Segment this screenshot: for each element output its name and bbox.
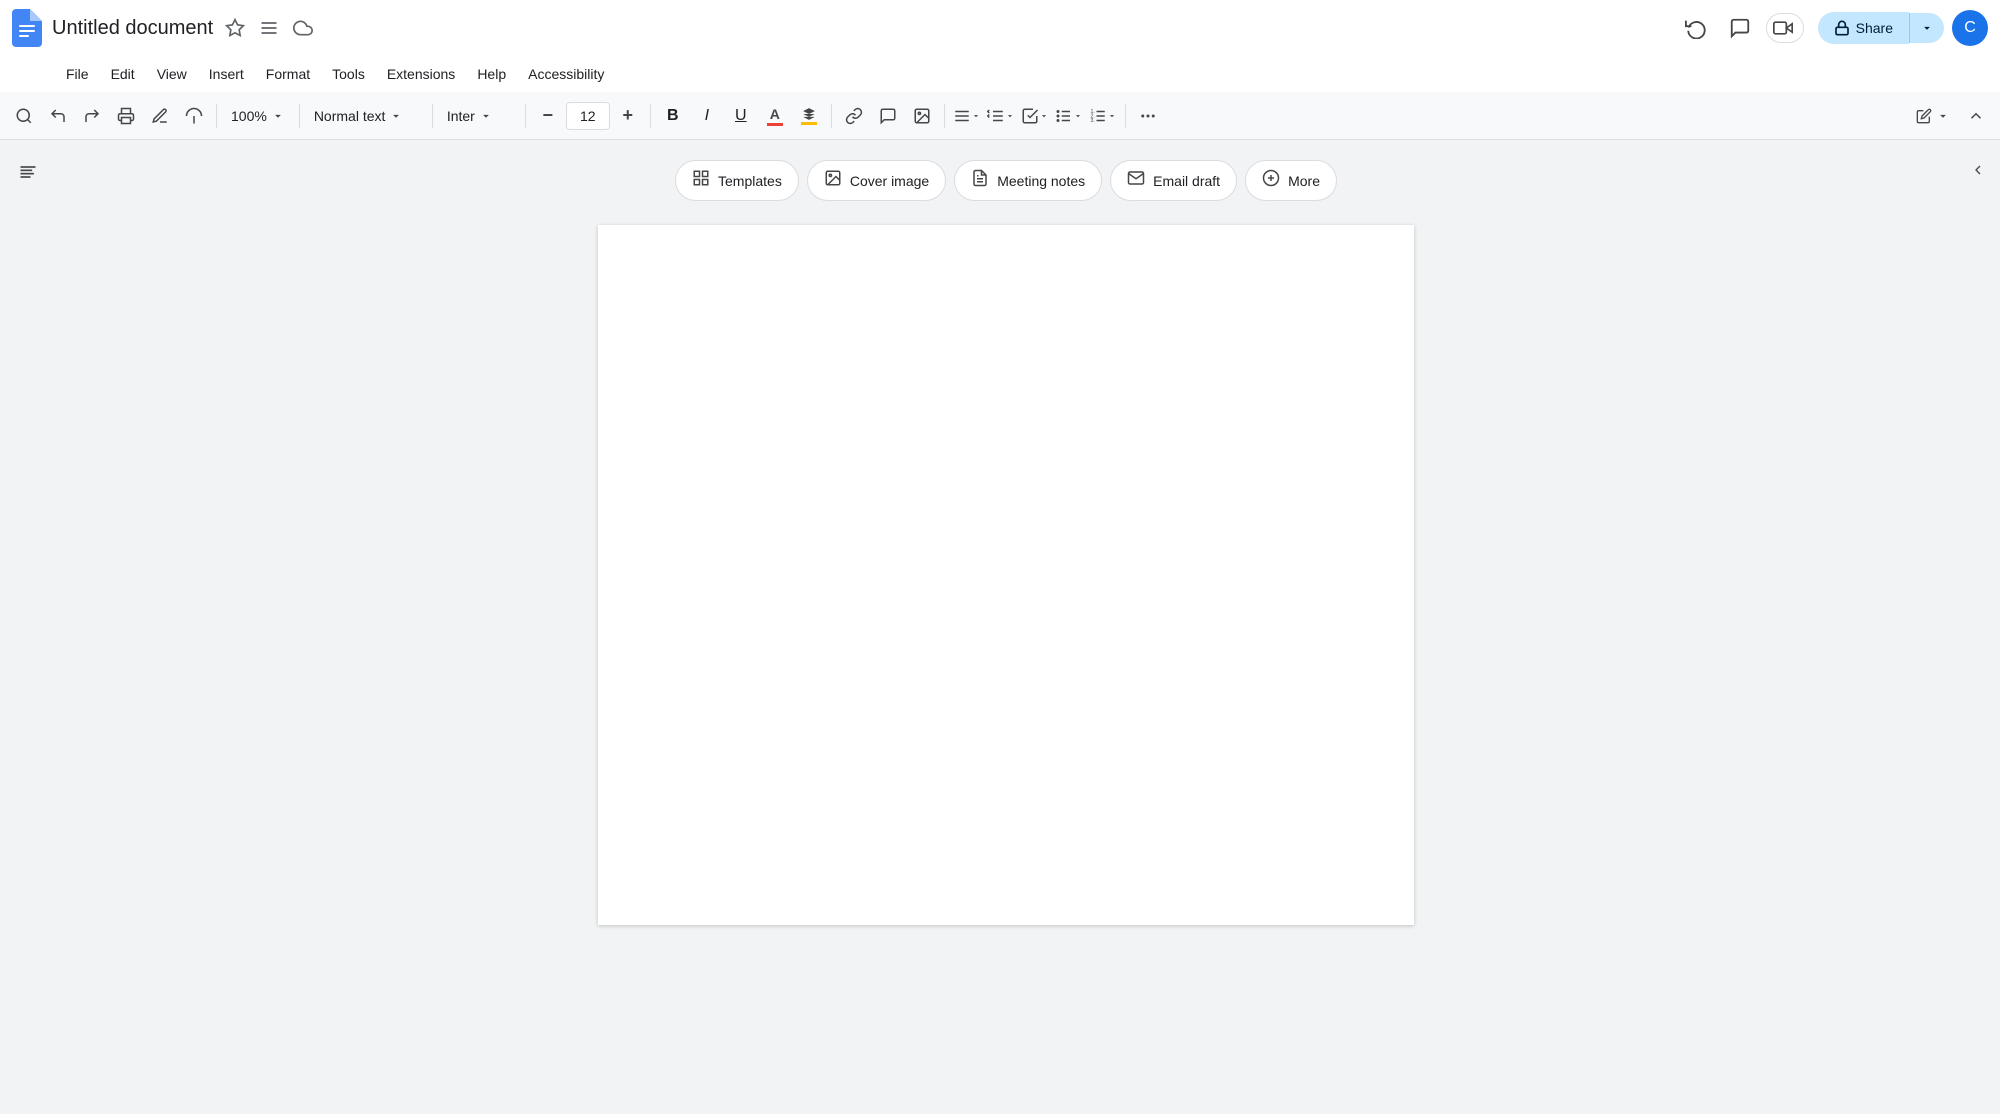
gdoc-logo-icon (12, 9, 42, 47)
text-color-button[interactable]: A (759, 100, 791, 132)
toolbar-divider-5 (650, 104, 651, 128)
cover-image-chip[interactable]: Cover image (807, 160, 946, 201)
font-size-increase-button[interactable]: + (612, 100, 644, 132)
toolbar-divider-7 (944, 104, 945, 128)
collapse-panel-button[interactable] (1962, 154, 1994, 186)
toolbar-divider-4 (525, 104, 526, 128)
search-button[interactable] (8, 100, 40, 132)
outline-toggle-button[interactable] (10, 154, 46, 190)
font-size-decrease-button[interactable]: − (532, 100, 564, 132)
toolbar-divider-3 (432, 104, 433, 128)
toolbar-divider-8 (1125, 104, 1126, 128)
more-chip-label: More (1288, 173, 1320, 189)
text-style-select[interactable]: Normal text (306, 104, 426, 128)
undo-button[interactable] (42, 100, 74, 132)
email-draft-chip[interactable]: Email draft (1110, 160, 1237, 201)
templates-chip-icon (692, 169, 710, 192)
drive-icon[interactable] (255, 14, 283, 42)
document-title[interactable]: Untitled document (52, 17, 213, 40)
meeting-notes-chip-icon (971, 169, 989, 192)
right-sidebar (1956, 140, 2000, 1114)
paint-format-button[interactable] (178, 100, 210, 132)
text-style-value: Normal text (314, 108, 386, 124)
menu-format[interactable]: Format (256, 62, 320, 86)
document-canvas[interactable]: Templates Cover image Meeting notes Emai… (56, 140, 1956, 1114)
menu-extensions[interactable]: Extensions (377, 62, 465, 86)
menu-tools[interactable]: Tools (322, 62, 375, 86)
font-size-input[interactable] (566, 102, 610, 130)
share-label: Share (1856, 20, 1893, 36)
templates-chip[interactable]: Templates (675, 160, 799, 201)
toolbar-divider-1 (216, 104, 217, 128)
meet-button[interactable] (1766, 13, 1804, 43)
menu-accessibility[interactable]: Accessibility (518, 62, 614, 86)
share-button[interactable]: Share (1818, 12, 1909, 44)
toolbar-divider-6 (831, 104, 832, 128)
menu-edit[interactable]: Edit (101, 62, 145, 86)
more-chip-icon (1262, 169, 1280, 192)
font-select[interactable]: Inter (439, 104, 519, 128)
meeting-notes-chip-label: Meeting notes (997, 173, 1085, 189)
user-avatar[interactable]: C (1952, 10, 1988, 46)
menu-bar: File Edit View Insert Format Tools Exten… (0, 56, 2000, 92)
templates-chip-label: Templates (718, 173, 782, 189)
cloud-sync-icon[interactable] (289, 14, 317, 42)
history-icon[interactable] (1678, 10, 1714, 46)
numbered-list-button[interactable]: 1.2.3. (1087, 100, 1119, 132)
title-action-icons (221, 14, 317, 42)
line-spacing-button[interactable] (985, 100, 1017, 132)
checklist-button[interactable] (1019, 100, 1051, 132)
redo-button[interactable] (76, 100, 108, 132)
spellcheck-button[interactable] (144, 100, 176, 132)
cover-image-chip-icon (824, 169, 842, 192)
cover-image-chip-label: Cover image (850, 173, 929, 189)
zoom-value: 100% (231, 108, 267, 124)
bullet-list-button[interactable] (1053, 100, 1085, 132)
toolbar-divider-2 (299, 104, 300, 128)
edit-mode-select[interactable] (1908, 104, 1958, 128)
font-value: Inter (447, 108, 475, 124)
title-right-actions: Share C (1678, 10, 1988, 46)
highlight-color-button[interactable] (793, 100, 825, 132)
alignment-button[interactable] (951, 100, 983, 132)
suggestion-bar: Templates Cover image Meeting notes Emai… (675, 160, 1337, 201)
svg-text:3.: 3. (1090, 118, 1094, 124)
comments-icon[interactable] (1722, 10, 1758, 46)
zoom-select[interactable]: 100% (223, 104, 293, 128)
underline-button[interactable]: U (725, 100, 757, 132)
italic-button[interactable]: I (691, 100, 723, 132)
menu-insert[interactable]: Insert (199, 62, 254, 86)
email-draft-chip-label: Email draft (1153, 173, 1220, 189)
title-bar: Untitled document Share (0, 0, 2000, 56)
menu-view[interactable]: View (147, 62, 197, 86)
bold-button[interactable]: B (657, 100, 689, 132)
toolbar: 100% Normal text Inter − + B I U A (0, 92, 2000, 140)
share-button-group: Share (1818, 12, 1944, 44)
star-icon[interactable] (221, 14, 249, 42)
content-area: Templates Cover image Meeting notes Emai… (0, 140, 2000, 1114)
email-draft-chip-icon (1127, 169, 1145, 192)
more-chip[interactable]: More (1245, 160, 1337, 201)
document-page[interactable] (598, 225, 1414, 925)
more-options-button[interactable] (1132, 100, 1164, 132)
menu-help[interactable]: Help (467, 62, 516, 86)
sidebar-toggle-area (0, 140, 56, 1114)
share-dropdown-button[interactable] (1909, 13, 1944, 43)
menu-file[interactable]: File (56, 62, 99, 86)
link-button[interactable] (838, 100, 870, 132)
print-button[interactable] (110, 100, 142, 132)
collapse-toolbar-button[interactable] (1960, 100, 1992, 132)
image-button[interactable] (906, 100, 938, 132)
comment-button[interactable] (872, 100, 904, 132)
meeting-notes-chip[interactable]: Meeting notes (954, 160, 1102, 201)
